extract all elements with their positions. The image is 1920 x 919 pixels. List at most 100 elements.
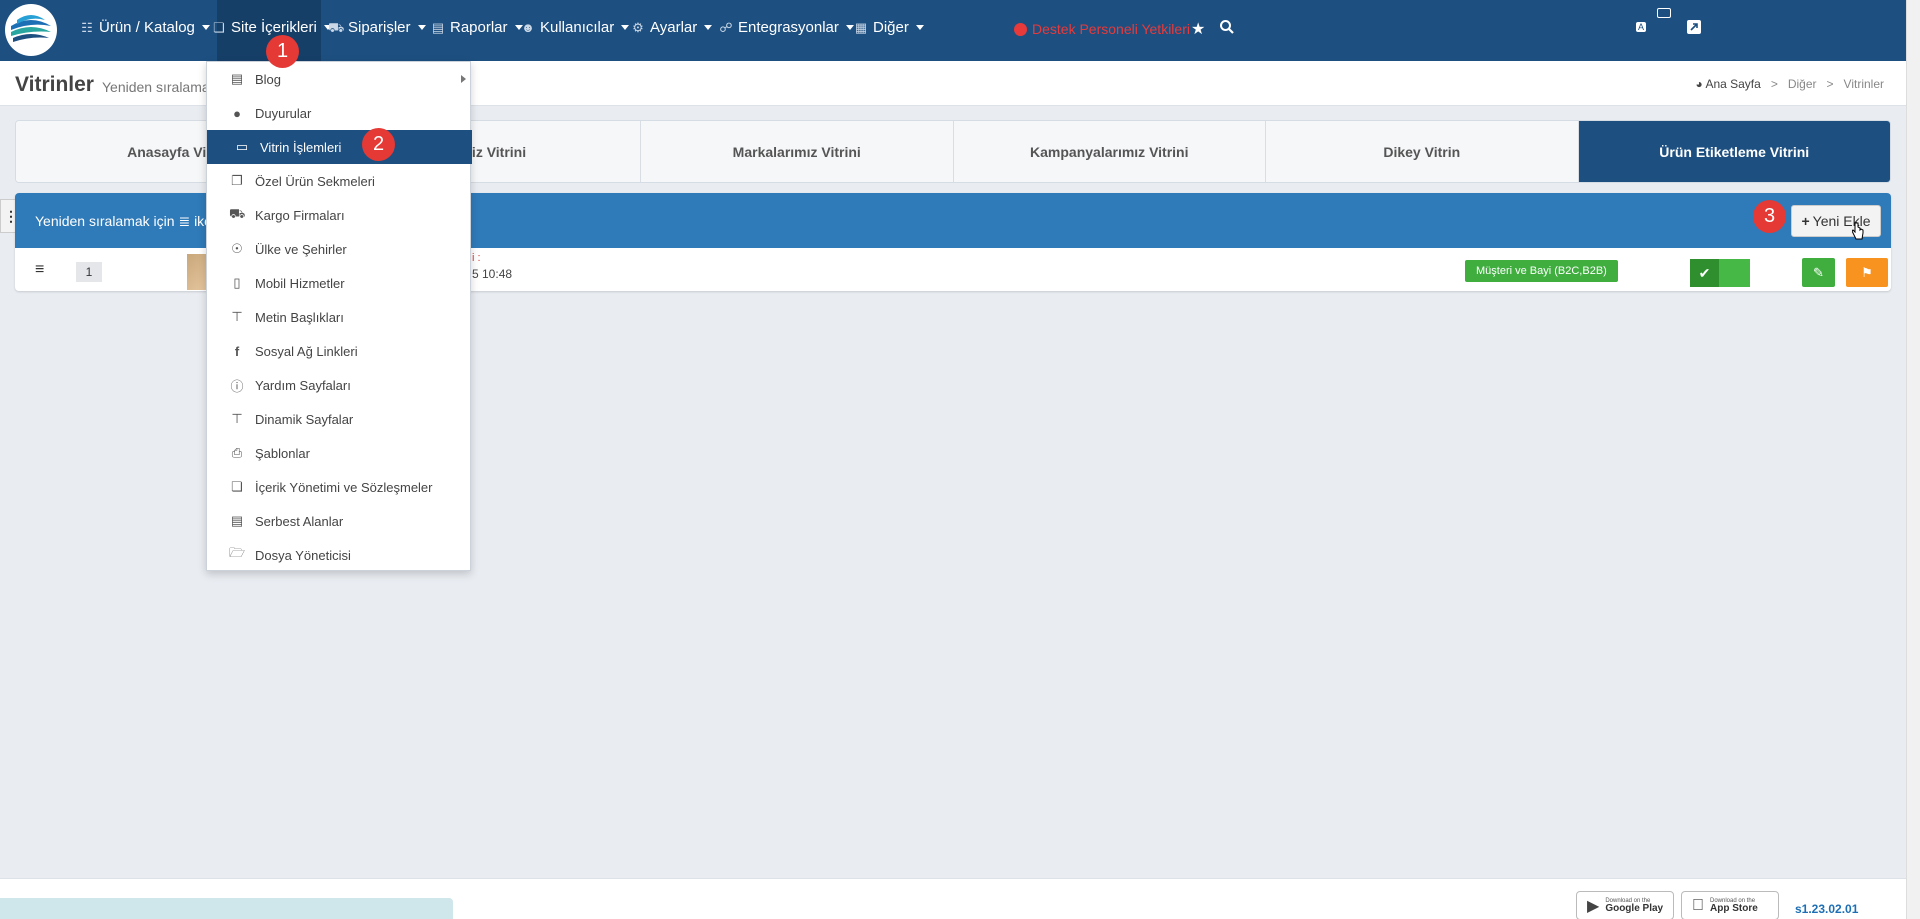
truck-icon: ⛟ xyxy=(328,19,345,35)
version-label: s1.23.02.01 xyxy=(1795,902,1859,916)
copy-icon: ❏ xyxy=(231,479,243,494)
nav-label: Diğer xyxy=(873,19,909,36)
nav-siparisler[interactable]: ⛟ Siparişler xyxy=(328,19,426,36)
support-staff-link[interactable]: Destek Personeli Yetkileri xyxy=(1014,21,1190,37)
facebook-icon: f xyxy=(234,343,240,359)
mouse-cursor-icon xyxy=(1852,222,1864,240)
nav-label: Entegrasyonlar xyxy=(738,19,839,36)
menu-item-duyurular[interactable]: ● Duyurular xyxy=(207,96,472,130)
folder-open-icon: 🗁 xyxy=(229,545,246,560)
cogs-icon: ⚙ xyxy=(632,19,644,35)
star-icon[interactable]: ★ xyxy=(1191,19,1205,39)
file-icon: ▤ xyxy=(431,19,445,35)
caret-down-icon xyxy=(201,25,210,30)
row-label: i : xyxy=(472,252,481,264)
step-marker-2: 2 xyxy=(362,128,395,161)
nav-diger[interactable]: ▦ Diğer xyxy=(853,19,924,36)
nav-label: Siparişler xyxy=(348,19,411,36)
order-number: 1 xyxy=(76,262,102,282)
menu-item-serbest-alanlar[interactable]: ▤ Serbest Alanlar xyxy=(207,504,472,538)
dashboard-icon: ◕ xyxy=(1695,77,1703,91)
nav-label: Kullanıcılar xyxy=(540,19,615,36)
breadcrumb-separator: > xyxy=(1770,77,1778,91)
menu-item-ozel-urun-sekmeleri[interactable]: ❐ Özel Ürün Sekmeleri xyxy=(207,164,472,198)
breadcrumb: ◕ Ana Sayfa > Diğer > Vitrinler xyxy=(1696,77,1884,91)
app-store-badge[interactable]:  Download on the App Store xyxy=(1681,891,1779,919)
users-icon: ☷ xyxy=(81,19,93,35)
apple-icon:  xyxy=(1692,897,1704,915)
step-marker-3: 3 xyxy=(1753,200,1786,233)
pencil-icon: ✎ xyxy=(1813,264,1824,280)
tag-icon: ⚑ xyxy=(1861,264,1873,280)
tab-dikey-vitrin[interactable]: Dikey Vitrin xyxy=(1266,121,1579,182)
customer-type-badge: Müşteri ve Bayi (B2C,B2B) xyxy=(1465,260,1618,282)
sitemap-icon: ☍ xyxy=(719,19,733,35)
logo[interactable] xyxy=(5,4,57,56)
plus-icon: + xyxy=(1801,213,1810,229)
tab-kampanyalarimiz-vitrini[interactable]: Kampanyalarımız Vitrini xyxy=(953,121,1266,182)
check-icon: ✔ xyxy=(1690,259,1719,287)
panel-header-text: Yeniden sıralamak için ≣ ikon xyxy=(35,213,220,229)
users-icon: ☻ xyxy=(521,19,535,35)
scrollbar[interactable] xyxy=(1906,0,1920,919)
tag-button[interactable]: ⚑ xyxy=(1846,258,1888,287)
nav-ayarlar[interactable]: ⚙ Ayarlar xyxy=(630,19,713,36)
nav-site-icerikleri[interactable]: ❏ Site İçerikleri xyxy=(211,19,332,36)
site-contents-dropdown: ▤ Blog ● Duyurular ▭ Vitrin İşlemleri ❐ … xyxy=(206,61,472,572)
submenu-arrow-icon xyxy=(461,75,466,83)
tab-urun-etiketleme-vitrini[interactable]: Ürün Etiketleme Vitrini xyxy=(1578,121,1890,182)
text-height-icon: ⊤ xyxy=(231,309,243,324)
file-icon: ▤ xyxy=(230,513,244,528)
tab-markalarimiz-vitrini[interactable]: Markalarımız Vitrini xyxy=(641,121,954,182)
comment-icon: ● xyxy=(233,105,241,121)
menu-item-blog[interactable]: ▤ Blog xyxy=(207,62,472,96)
menu-item-sablonlar[interactable]: ⎙ Şablonlar xyxy=(207,436,472,470)
breadcrumb-item: Vitrinler xyxy=(1843,77,1884,91)
breadcrumb-item[interactable]: Diğer xyxy=(1788,77,1817,91)
monitor-icon: ▭ xyxy=(235,139,249,154)
edit-button[interactable]: ✎ xyxy=(1802,258,1835,287)
nav-raporlar[interactable]: ▤ Raporlar xyxy=(430,19,523,36)
play-icon: ▶ xyxy=(1587,897,1600,915)
step-marker-1: 1 xyxy=(266,35,299,68)
nav-entegrasyonlar[interactable]: ☍ Entegrasyonlar xyxy=(718,19,854,36)
menu-item-kargo-firmalari[interactable]: ⛟ Kargo Firmaları xyxy=(207,198,472,232)
active-toggle[interactable]: ✔ xyxy=(1690,259,1750,287)
external-link-icon[interactable] xyxy=(1687,20,1701,39)
language-icon[interactable]: A xyxy=(1636,22,1647,32)
mobile-icon: ▯ xyxy=(233,275,241,290)
breadcrumb-separator: > xyxy=(1826,77,1834,91)
nav-kullanicilar[interactable]: ☻ Kullanıcılar xyxy=(520,19,630,36)
menu-item-dinamik-sayfalar[interactable]: ⊤ Dinamik Sayfalar xyxy=(207,402,472,436)
caret-down-icon xyxy=(621,25,630,30)
menu-item-vitrin-islemleri[interactable]: ▭ Vitrin İşlemleri xyxy=(207,130,472,164)
grid-icon: ▦ xyxy=(854,19,868,35)
footer-info-bar xyxy=(0,898,453,919)
row-date: 5 10:48 xyxy=(472,267,513,281)
user-circle-icon xyxy=(1014,22,1027,36)
nav-label: Ayarlar xyxy=(650,19,698,36)
breadcrumb-home[interactable]: ◕ Ana Sayfa xyxy=(1696,77,1761,91)
nav-label: Site İçerikleri xyxy=(231,19,317,36)
keyboard-icon[interactable] xyxy=(1657,8,1671,18)
page-title: Vitrinler xyxy=(15,73,94,96)
menu-item-mobil-hizmetler[interactable]: ▯ Mobil Hizmetler xyxy=(207,266,472,300)
copy-icon: ❏ xyxy=(213,19,225,35)
menu-item-dosya-yoneticisi[interactable]: 🗁 Dosya Yöneticisi xyxy=(207,538,472,572)
newspaper-icon: ▤ xyxy=(230,71,244,86)
menu-item-icerik-yonetimi[interactable]: ❏ İçerik Yönetimi ve Sözleşmeler xyxy=(207,470,472,504)
caret-down-icon xyxy=(417,25,426,30)
support-label: Destek Personeli Yetkileri xyxy=(1032,21,1190,37)
add-new-button[interactable]: + Yeni Ekle xyxy=(1791,205,1881,237)
google-play-badge[interactable]: ▶ Download on the Google Play xyxy=(1576,891,1674,919)
info-icon: ⓘ xyxy=(230,378,244,394)
search-icon[interactable] xyxy=(1219,19,1235,40)
menu-item-ulke-ve-sehirler[interactable]: ☉ Ülke ve Şehirler xyxy=(207,232,472,266)
menu-item-yardim-sayfalari[interactable]: ⓘ Yardım Sayfaları xyxy=(207,368,472,402)
nav-urun-katalog[interactable]: ☷ Ürün / Katalog xyxy=(79,19,210,36)
window-icon: ❐ xyxy=(231,173,243,188)
drag-handle-icon[interactable]: ≡ xyxy=(35,261,44,279)
menu-item-sosyal-ag-linkleri[interactable]: f Sosyal Ağ Linkleri xyxy=(207,334,472,368)
footer: ▶ Download on the Google Play  Download… xyxy=(0,878,1906,919)
menu-item-metin-basliklari[interactable]: ⊤ Metin Başlıkları xyxy=(207,300,472,334)
